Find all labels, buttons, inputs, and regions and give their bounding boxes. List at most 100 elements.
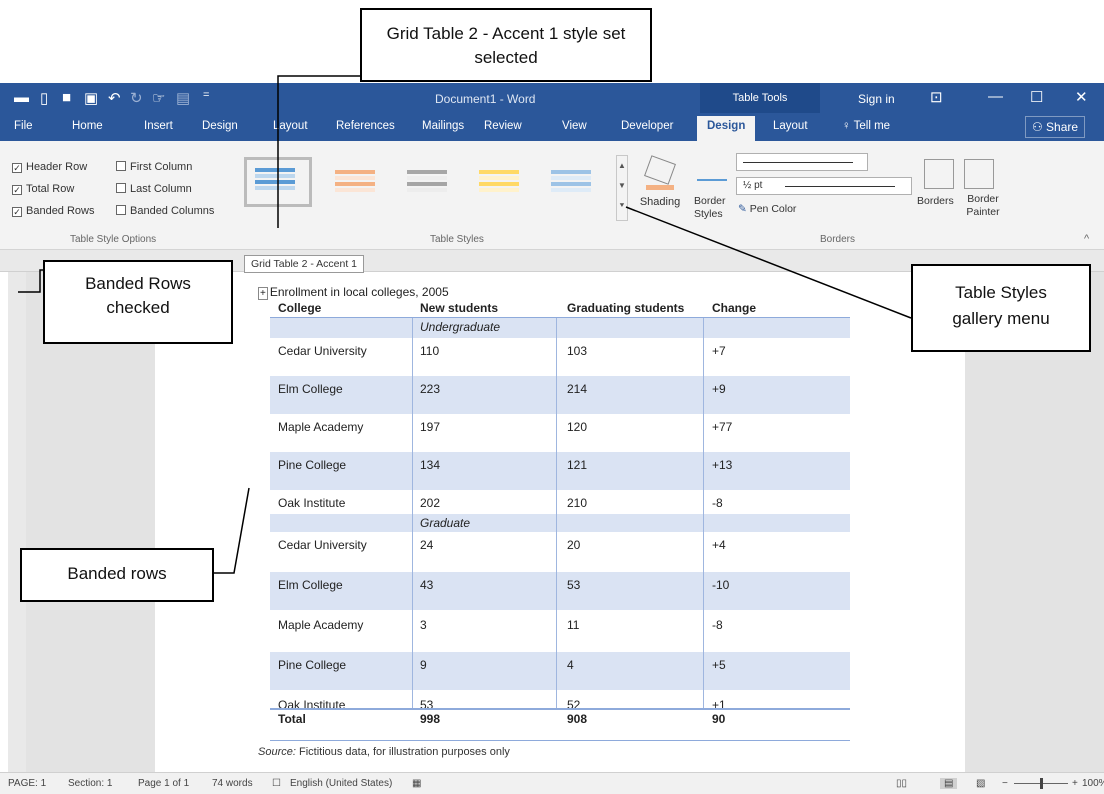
table-move-handle-icon[interactable]: + (258, 287, 268, 300)
maximize-icon[interactable]: ☐ (1030, 88, 1043, 106)
gallery-more-icon[interactable]: ⯆ (617, 196, 627, 216)
zoom-slider-thumb[interactable] (1040, 778, 1043, 789)
open-icon[interactable]: ▬ (14, 89, 29, 106)
tab-view[interactable]: View (562, 120, 587, 132)
line-weight-dropdown[interactable]: ½ pt (736, 177, 912, 195)
pen-color-button[interactable]: ✎ Pen Color (738, 203, 796, 215)
table-cell[interactable]: 202 (420, 496, 440, 510)
table-cell[interactable]: Cedar University (278, 538, 367, 552)
table-cell[interactable]: -8 (712, 496, 723, 510)
section-indicator[interactable]: Section: 1 (68, 778, 112, 789)
table-cell[interactable]: New students (420, 301, 498, 315)
table-cell[interactable]: 197 (420, 420, 440, 434)
banded-columns-checkbox[interactable]: Banded Columns (116, 205, 214, 217)
gallery-scroll[interactable]: ▲ ▼ ⯆ (616, 155, 628, 221)
table-cell[interactable]: 3 (420, 618, 427, 632)
minimize-icon[interactable]: — (988, 88, 1003, 105)
table-cell[interactable]: Graduate (420, 516, 470, 530)
table-cell[interactable]: Maple Academy (278, 420, 363, 434)
border-painter-button[interactable]: Border Painter (963, 193, 1003, 219)
table-cell[interactable]: +77 (712, 420, 732, 434)
table-cell[interactable]: 110 (420, 344, 439, 358)
border-styles-button[interactable]: Border Styles (694, 195, 730, 221)
table-cell[interactable]: 20 (567, 538, 580, 552)
macro-icon[interactable]: ▦ (412, 778, 421, 789)
table-cell[interactable]: 24 (420, 538, 433, 552)
customize-qat-icon[interactable]: = (203, 89, 209, 101)
tab-review[interactable]: Review (484, 120, 522, 132)
tab-design[interactable]: Design (202, 120, 238, 132)
scroll-down-icon[interactable]: ▼ (617, 176, 627, 196)
web-layout-icon[interactable]: ▧ (976, 778, 985, 789)
tab-mailings[interactable]: Mailings (422, 120, 464, 132)
table-cell[interactable]: College (278, 301, 321, 315)
new-document-icon[interactable]: ▯ (40, 89, 48, 107)
table-cell[interactable]: 120 (567, 420, 587, 434)
tab-layout[interactable]: Layout (273, 120, 308, 132)
header-row-checkbox[interactable]: ✓ Header Row (12, 161, 87, 173)
table-cell[interactable]: +7 (712, 344, 726, 358)
border-painter-icon[interactable] (964, 159, 994, 189)
tab-home[interactable]: Home (72, 120, 103, 132)
table-cell[interactable]: 214 (567, 382, 587, 396)
table-cell[interactable]: 9 (420, 658, 427, 672)
table-cell[interactable]: 908 (567, 712, 587, 726)
table-cell[interactable]: 53 (567, 578, 580, 592)
table-cell[interactable]: 11 (567, 618, 579, 632)
language-indicator[interactable]: English (United States) (290, 778, 392, 789)
gallery-item-blue[interactable] (542, 161, 600, 203)
table-cell[interactable]: 121 (567, 458, 587, 472)
table-cell[interactable]: Total (278, 712, 306, 726)
table-cell[interactable]: Elm College (278, 578, 343, 592)
print-preview-icon[interactable]: ▤ (176, 89, 190, 107)
table-cell[interactable]: +4 (712, 538, 726, 552)
shading-button[interactable]: Shading (638, 153, 682, 225)
tab-references[interactable]: References (336, 120, 395, 132)
tab-file[interactable]: File (14, 120, 33, 132)
proofing-icon[interactable]: ☐ (272, 778, 281, 789)
tab-table-layout[interactable]: Layout (773, 120, 808, 132)
zoom-in-icon[interactable]: + (1072, 778, 1078, 789)
table-cell[interactable]: +13 (712, 458, 732, 472)
undo-icon[interactable]: ↶ (108, 89, 121, 107)
page-indicator[interactable]: PAGE: 1 (8, 778, 46, 789)
touch-mode-icon[interactable]: ☞ (152, 89, 165, 107)
line-style-dropdown[interactable] (736, 153, 868, 171)
zoom-out-icon[interactable]: − (1002, 778, 1008, 789)
table-cell[interactable]: 90 (712, 712, 725, 726)
word-count[interactable]: 74 words (212, 778, 253, 789)
table-cell[interactable]: 998 (420, 712, 440, 726)
first-column-checkbox[interactable]: First Column (116, 161, 192, 173)
table-cell[interactable]: Maple Academy (278, 618, 363, 632)
tab-developer[interactable]: Developer (621, 120, 673, 132)
table-cell[interactable]: -8 (712, 618, 723, 632)
ribbon-display-icon[interactable]: ⊡ (930, 88, 943, 106)
table-cell[interactable]: +5 (712, 658, 726, 672)
save-as-icon[interactable]: ▣ (84, 89, 98, 107)
gallery-item-gold[interactable] (470, 161, 528, 203)
tab-table-design[interactable]: Design (697, 116, 756, 141)
print-layout-icon[interactable]: ▤ (940, 778, 958, 789)
borders-button[interactable]: Borders (917, 195, 954, 207)
table-cell[interactable]: -10 (712, 578, 729, 592)
close-icon[interactable]: ✕ (1075, 88, 1088, 106)
table-cell[interactable]: Graduating students (567, 301, 684, 315)
table-cell[interactable]: 103 (567, 344, 587, 358)
redo-icon[interactable]: ↻ (130, 89, 143, 107)
tell-me-search[interactable]: ♀ Tell me (842, 120, 890, 132)
table-cell[interactable]: Change (712, 301, 756, 315)
gallery-item-grid-table-2-accent-1[interactable] (244, 157, 312, 207)
table-cell[interactable]: 134 (420, 458, 440, 472)
table-cell[interactable]: 223 (420, 382, 440, 396)
table-cell[interactable]: Undergraduate (420, 320, 500, 334)
zoom-level[interactable]: 100% (1082, 778, 1104, 789)
last-column-checkbox[interactable]: Last Column (116, 183, 192, 195)
table-cell[interactable]: 43 (420, 578, 433, 592)
table-cell[interactable]: 210 (567, 496, 587, 510)
table-cell[interactable]: Pine College (278, 458, 346, 472)
page-count[interactable]: Page 1 of 1 (138, 778, 189, 789)
save-icon[interactable]: ■ (62, 89, 71, 106)
table-cell[interactable]: Oak Institute (278, 496, 345, 510)
banded-rows-checkbox[interactable]: ✓ Banded Rows (12, 205, 95, 217)
borders-icon[interactable] (924, 159, 954, 189)
